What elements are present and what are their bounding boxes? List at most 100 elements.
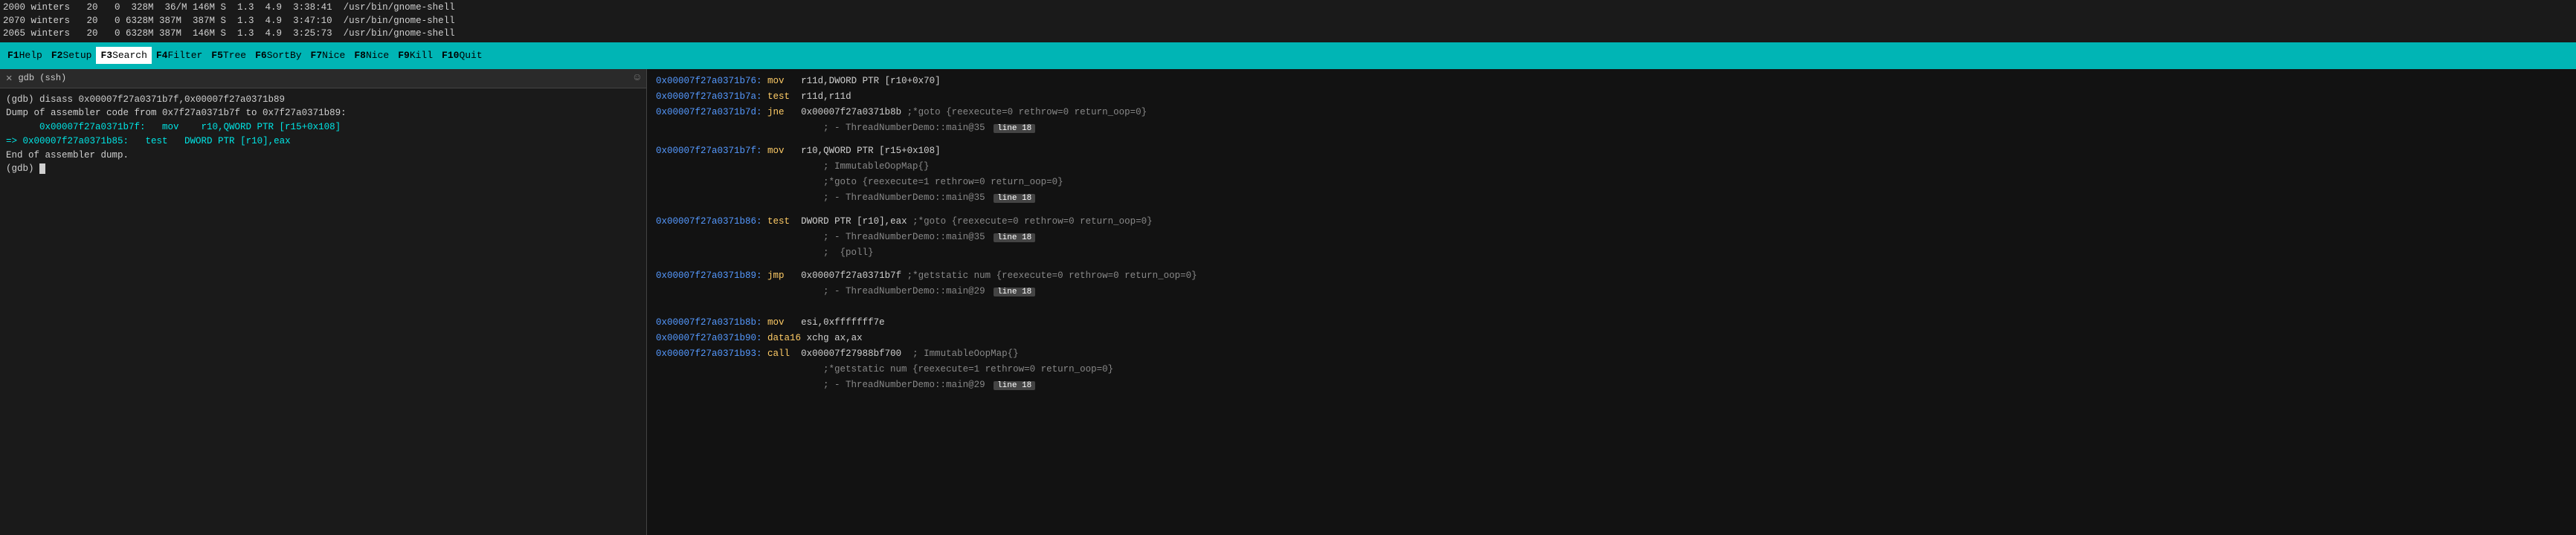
menu-bar: F1HelpF2SetupF3SearchF4FilterF5TreeF6Sor… [0,42,2576,69]
menu-key: F6 [255,50,267,61]
disasm-line: 0x00007f27a0371b90: data16 xchg ax,ax [656,331,2567,346]
gdb-line: (gdb) disass 0x00007f27a0371b7f,0x00007f… [6,93,640,107]
menu-label: SortBy [267,50,302,61]
line-badge: line 18 [994,124,1035,133]
disasm-operand: esi,0xfffffff7e [785,317,885,328]
disasm-line: 0x00007f27a0371b93: call 0x00007f27988bf… [656,346,2567,361]
disasm-line: ; - ThreadNumberDemo::main@35 line 18 [656,120,2567,136]
process-row: 2065 winters 20 0 6328M 387M 146M S 1.3 … [3,27,2573,41]
smiley-icon: ☺ [634,72,640,84]
disasm-comment: ;*goto {reexecute=0 rethrow=0 return_oop… [901,107,1147,117]
disasm-operand: 0x00007f27a0371b7f [785,270,902,281]
menu-item-kill[interactable]: F9Kill [393,47,437,64]
disasm-comment: ; - ThreadNumberDemo::main@35 line 18 [656,192,1035,203]
disasm-operand: r11d,r11d [790,91,851,102]
menu-item-nice[interactable]: F8Nice [350,47,393,64]
disasm-comment: ; - ThreadNumberDemo::main@29 line 18 [656,380,1035,390]
panel-titlebar: ✕ gdb (ssh) ☺ [0,69,646,88]
process-row: 2000 winters 20 0 328M 36/M 146M S 1.3 4… [3,1,2573,15]
menu-label: Nice [366,50,389,61]
disasm-comment: ;*getstatic num {reexecute=1 rethrow=0 r… [656,364,1113,374]
disasm-line: ;*goto {reexecute=1 rethrow=0 return_oop… [656,175,2567,189]
line-badge: line 18 [994,381,1035,390]
disasm-mnemonic: test [767,216,790,227]
disasm-operand: xchg ax,ax [801,333,863,343]
disasm-comment: ; ImmutableOopMap{} [656,161,930,172]
disasm-operand: DWORD PTR [r10],eax [790,216,907,227]
menu-item-filter[interactable]: F4Filter [152,47,207,64]
menu-item-setup[interactable]: F2Setup [47,47,97,64]
menu-item-quit[interactable]: F10Quit [437,47,487,64]
menu-item-search[interactable]: F3Search [96,47,151,64]
disasm-blank [656,308,2567,315]
menu-item-tree[interactable]: F5Tree [207,47,251,64]
gdb-line: 0x00007f27a0371b7f: mov r10,QWORD PTR [r… [6,120,640,134]
process-list: 2000 winters 20 0 328M 36/M 146M S 1.3 4… [0,0,2576,42]
disasm-mnemonic: mov [767,146,785,156]
menu-key: F4 [156,50,168,61]
disasm-addr: 0x00007f27a0371b7a: [656,91,762,102]
menu-item-nice[interactable]: F7Nice [306,47,350,64]
panel-title: gdb (ssh) [18,73,66,83]
disasm-line: 0x00007f27a0371b7a: test r11d,r11d [656,89,2567,104]
main-content: ✕ gdb (ssh) ☺ (gdb) disass 0x00007f27a03… [0,69,2576,535]
disasm-addr: 0x00007f27a0371b90: [656,333,762,343]
disasm-line: ; {poll} [656,245,2567,260]
menu-key: F10 [442,50,459,61]
disasm-addr: 0x00007f27a0371b7d: [656,107,762,117]
disasm-mnemonic: jmp [767,270,785,281]
menu-label: Nice [322,50,345,61]
menu-key: F9 [398,50,410,61]
disasm-line: ; - ThreadNumberDemo::main@29 line 18 [656,377,2567,393]
disasm-line: 0x00007f27a0371b8b: mov esi,0xfffffff7e [656,315,2567,330]
disasm-blank [656,207,2567,214]
disasm-line: ; ImmutableOopMap{} [656,159,2567,174]
right-panel[interactable]: 0x00007f27a0371b76: mov r11d,DWORD PTR [… [647,69,2576,535]
disasm-mnemonic: test [767,91,790,102]
line-badge: line 18 [994,194,1035,203]
disasm-blank [656,300,2567,308]
disasm-mnemonic: call [767,348,790,359]
disasm-comment: ; - ThreadNumberDemo::main@35 line 18 [656,123,1035,133]
gdb-output[interactable]: (gdb) disass 0x00007f27a0371b7f,0x00007f… [0,88,646,535]
disasm-addr: 0x00007f27a0371b8b: [656,317,762,328]
disasm-line: ;*getstatic num {reexecute=1 rethrow=0 r… [656,362,2567,377]
disasm-comment: ; - ThreadNumberDemo::main@35 line 18 [656,232,1035,242]
disasm-operand: r10,QWORD PTR [r15+0x108] [785,146,941,156]
menu-item-sortby[interactable]: F6SortBy [251,47,306,64]
disasm-operand: r11d,DWORD PTR [r10+0x70] [785,76,941,86]
disasm-comment: ; - ThreadNumberDemo::main@29 line 18 [656,286,1035,296]
menu-key: F8 [354,50,366,61]
disasm-addr: 0x00007f27a0371b7f: [656,146,762,156]
disasm-blank [656,261,2567,268]
disasm-mnemonic: jne [767,107,785,117]
disasm-mnemonic: data16 [767,333,801,343]
menu-label: Filter [167,50,202,61]
menu-key: F2 [51,50,63,61]
menu-key: F1 [7,50,19,61]
close-icon[interactable]: ✕ [6,72,12,85]
disasm-line: 0x00007f27a0371b89: jmp 0x00007f27a0371b… [656,268,2567,283]
line-badge: line 18 [994,233,1035,242]
gdb-line: (gdb) [6,162,640,176]
menu-label: Quit [459,50,482,61]
disasm-line: ; - ThreadNumberDemo::main@35 line 18 [656,230,2567,245]
menu-label: Kill [410,50,433,61]
process-row: 2070 winters 20 0 6328M 387M 387M S 1.3 … [3,15,2573,28]
menu-label: Help [19,50,42,61]
line-badge: line 18 [994,288,1035,296]
menu-label: Tree [223,50,246,61]
menu-label: Setup [62,50,91,61]
disasm-operand: 0x00007f27988bf700 [790,348,901,359]
gdb-line: End of assembler dump. [6,149,640,163]
disasm-line: ; - ThreadNumberDemo::main@29 line 18 [656,284,2567,299]
menu-item-help[interactable]: F1Help [3,47,47,64]
disasm-line: 0x00007f27a0371b86: test DWORD PTR [r10]… [656,214,2567,229]
disasm-line: 0x00007f27a0371b7d: jne 0x00007f27a0371b… [656,105,2567,120]
left-panel: ✕ gdb (ssh) ☺ (gdb) disass 0x00007f27a03… [0,69,647,535]
gdb-line: => 0x00007f27a0371b85: test DWORD PTR [r… [6,134,640,149]
disasm-addr: 0x00007f27a0371b86: [656,216,762,227]
disasm-line: 0x00007f27a0371b7f: mov r10,QWORD PTR [r… [656,143,2567,158]
disasm-blank [656,136,2567,143]
gdb-line: Dump of assembler code from 0x7f27a0371b… [6,106,640,120]
